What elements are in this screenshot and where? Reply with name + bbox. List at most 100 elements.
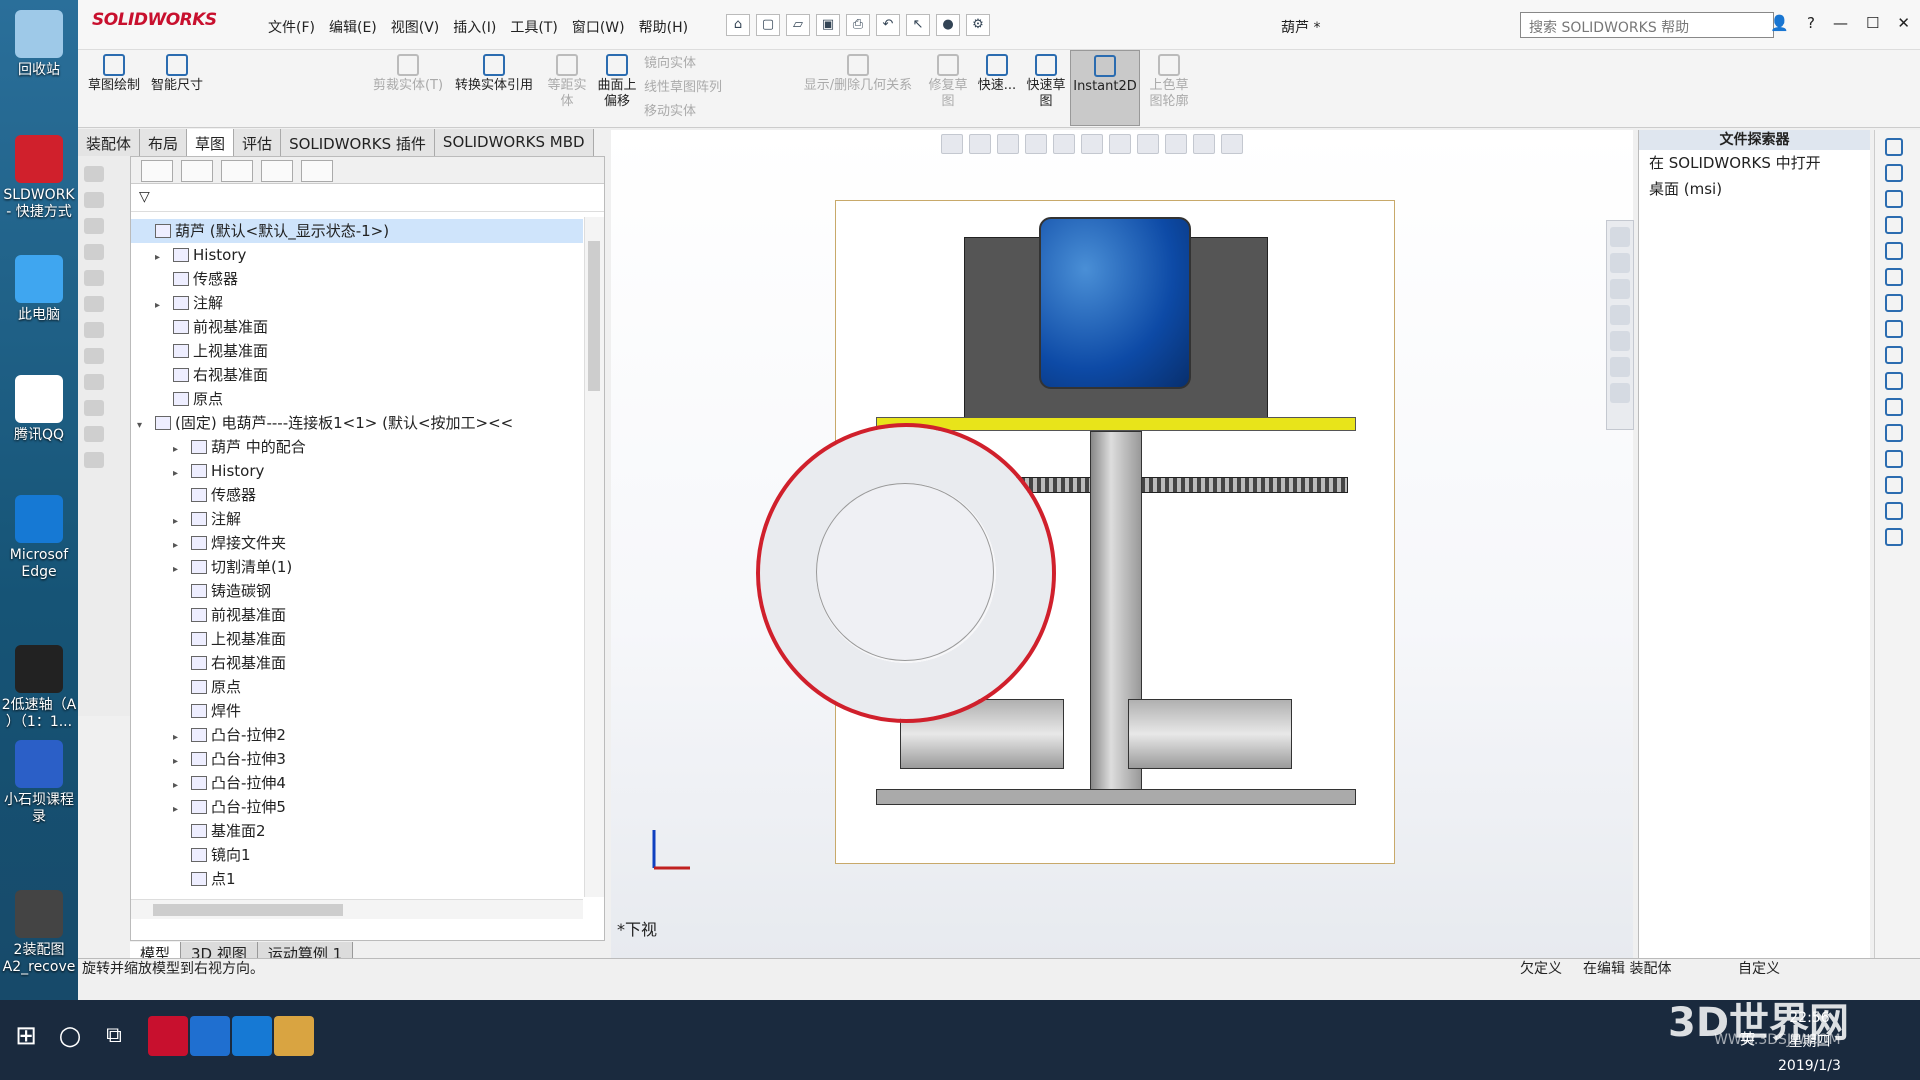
arc-icon[interactable] bbox=[1885, 268, 1903, 286]
ribbon-button[interactable]: 上色草图轮廓 bbox=[1144, 50, 1194, 126]
tab[interactable]: 布局 bbox=[140, 129, 188, 156]
display-style-icon[interactable] bbox=[1109, 134, 1131, 154]
file-explorer-item[interactable]: 桌面 (msi) bbox=[1639, 176, 1870, 202]
minimize-button[interactable]: — bbox=[1833, 14, 1848, 32]
polygon-icon[interactable] bbox=[1885, 242, 1903, 260]
tree-node[interactable]: ▸ 注解 bbox=[131, 507, 583, 531]
tree-node[interactable]: ▸ History bbox=[131, 243, 583, 267]
tab[interactable]: SOLIDWORKS 插件 bbox=[281, 129, 435, 156]
offset-icon[interactable] bbox=[1885, 476, 1903, 494]
tree-node[interactable]: 基准面2 bbox=[131, 819, 583, 843]
taskbar-app-icon[interactable] bbox=[190, 1016, 230, 1056]
desktop-icon[interactable]: 此电脑 bbox=[0, 255, 78, 324]
previous-view-icon[interactable] bbox=[997, 134, 1019, 154]
fillet-icon[interactable] bbox=[1885, 294, 1903, 312]
help-search-input[interactable]: 搜索 SOLIDWORKS 帮助 bbox=[1520, 12, 1774, 38]
drum-right[interactable] bbox=[1128, 699, 1292, 769]
tool-icon[interactable] bbox=[84, 166, 104, 182]
tree-node[interactable]: 镜向1 bbox=[131, 843, 583, 867]
menu-item[interactable]: 文件(F) bbox=[261, 17, 322, 37]
options-gear-icon[interactable]: ⚙ bbox=[966, 14, 990, 36]
taskbar-app-icon[interactable] bbox=[148, 1016, 188, 1056]
display-manager-tab-icon[interactable] bbox=[301, 160, 333, 182]
hide-show-icon[interactable] bbox=[1137, 134, 1159, 154]
property-manager-tab-icon[interactable] bbox=[181, 160, 213, 182]
point-icon[interactable] bbox=[1885, 372, 1903, 390]
tree-node[interactable]: 前视基准面 bbox=[131, 603, 583, 627]
electric-motor[interactable] bbox=[1039, 217, 1191, 389]
open-file-icon[interactable]: ▱ bbox=[786, 14, 810, 36]
ribbon-button[interactable]: Instant2D bbox=[1070, 50, 1140, 126]
pattern-icon[interactable] bbox=[1885, 502, 1903, 520]
file-explorer-icon[interactable] bbox=[1610, 279, 1630, 299]
zoom-area-icon[interactable] bbox=[969, 134, 991, 154]
tool-icon[interactable] bbox=[84, 322, 104, 338]
tool-icon[interactable] bbox=[84, 348, 104, 364]
tree-node[interactable]: 传感器 bbox=[131, 267, 583, 291]
menu-item[interactable]: 视图(V) bbox=[384, 17, 447, 37]
filter-icon[interactable]: ▽ bbox=[131, 184, 604, 212]
tree-node[interactable]: 右视基准面 bbox=[131, 363, 583, 387]
desktop-icon[interactable]: 2装配图 A2_recove bbox=[0, 890, 78, 976]
ribbon-button[interactable]: 线性草图阵列 bbox=[644, 78, 764, 100]
tree-node[interactable]: 传感器 bbox=[131, 483, 583, 507]
view-palette-icon[interactable] bbox=[1610, 305, 1630, 325]
tree-node[interactable]: ▸ 凸台-拉伸4 bbox=[131, 771, 583, 795]
tree-node[interactable]: ▸ 凸台-拉伸2 bbox=[131, 723, 583, 747]
menu-item[interactable]: 插入(I) bbox=[446, 17, 503, 37]
ribbon-button[interactable]: 移动实体 bbox=[644, 102, 764, 124]
feature-manager-tab-icon[interactable] bbox=[141, 160, 173, 182]
home-icon[interactable]: ⌂ bbox=[726, 14, 750, 36]
menu-item[interactable]: 工具(T) bbox=[503, 17, 564, 37]
tree-node[interactable]: 焊件 bbox=[131, 699, 583, 723]
tool-icon[interactable] bbox=[84, 452, 104, 468]
print-icon[interactable]: ⎙ bbox=[846, 14, 870, 36]
undo-icon[interactable]: ↶ bbox=[876, 14, 900, 36]
tab[interactable]: 评估 bbox=[234, 129, 282, 156]
tree-node[interactable]: ▸ 焊接文件夹 bbox=[131, 531, 583, 555]
task-view-icon[interactable]: ⧉ bbox=[94, 1016, 134, 1056]
tree-node[interactable]: ▸ 切割清单(1) bbox=[131, 555, 583, 579]
windows-start-icon[interactable]: ⊞ bbox=[6, 1016, 46, 1056]
ribbon-button[interactable]: 等距实体 bbox=[544, 50, 590, 126]
taskbar-app-icon[interactable] bbox=[274, 1016, 314, 1056]
tree-node[interactable]: ▸ 凸台-拉伸3 bbox=[131, 747, 583, 771]
design-library-icon[interactable] bbox=[1610, 253, 1630, 273]
forum-icon[interactable] bbox=[1610, 383, 1630, 403]
ribbon-button[interactable]: 转换实体引用 bbox=[448, 50, 540, 126]
tree-node[interactable]: ▸ 注解 bbox=[131, 291, 583, 315]
menu-item[interactable]: 帮助(H) bbox=[632, 17, 695, 37]
tree-node[interactable]: 原点 bbox=[131, 387, 583, 411]
ribbon-button[interactable]: 镜向实体 bbox=[644, 54, 764, 76]
ribbon-button[interactable]: 修复草图 bbox=[924, 50, 972, 126]
tool-icon[interactable] bbox=[84, 218, 104, 234]
ribbon-button[interactable]: 草图绘制 bbox=[84, 50, 144, 126]
menu-item[interactable]: 窗口(W) bbox=[565, 17, 632, 37]
close-button[interactable]: ✕ bbox=[1897, 14, 1910, 32]
tree-node[interactable]: 点1 bbox=[131, 867, 583, 891]
text-icon[interactable] bbox=[1885, 398, 1903, 416]
tab[interactable]: SOLIDWORKS MBD bbox=[434, 129, 594, 156]
ribbon-button[interactable]: 快速草图 bbox=[1024, 50, 1068, 126]
tree-node[interactable]: 原点 bbox=[131, 675, 583, 699]
tree-node[interactable]: 铸造碳钢 bbox=[131, 579, 583, 603]
tree-node[interactable]: 上视基准面 bbox=[131, 339, 583, 363]
slot-icon[interactable] bbox=[1885, 216, 1903, 234]
dimxpert-tab-icon[interactable] bbox=[261, 160, 293, 182]
tree-node[interactable]: 上视基准面 bbox=[131, 627, 583, 651]
tool-icon[interactable] bbox=[84, 270, 104, 286]
section-view-icon[interactable] bbox=[1025, 134, 1047, 154]
trim-icon[interactable] bbox=[1885, 424, 1903, 442]
apply-scene-icon[interactable] bbox=[1193, 134, 1215, 154]
menu-item[interactable]: 编辑(E) bbox=[322, 17, 384, 37]
save-icon[interactable]: ▣ bbox=[816, 14, 840, 36]
tree-node[interactable]: ▾ (固定) 电葫芦----连接板1<1> (默认<按加工><< bbox=[131, 411, 583, 435]
tool-icon[interactable] bbox=[84, 374, 104, 390]
zoom-to-fit-icon[interactable] bbox=[941, 134, 963, 154]
dynamic-annotation-icon[interactable] bbox=[1053, 134, 1075, 154]
desktop-icon[interactable]: Microsof Edge bbox=[0, 495, 78, 581]
ribbon-button[interactable]: 曲面上偏移 bbox=[592, 50, 642, 126]
appearances-icon[interactable] bbox=[1610, 331, 1630, 351]
tree-horizontal-scrollbar[interactable] bbox=[131, 899, 583, 919]
relation-icon[interactable] bbox=[1885, 528, 1903, 546]
